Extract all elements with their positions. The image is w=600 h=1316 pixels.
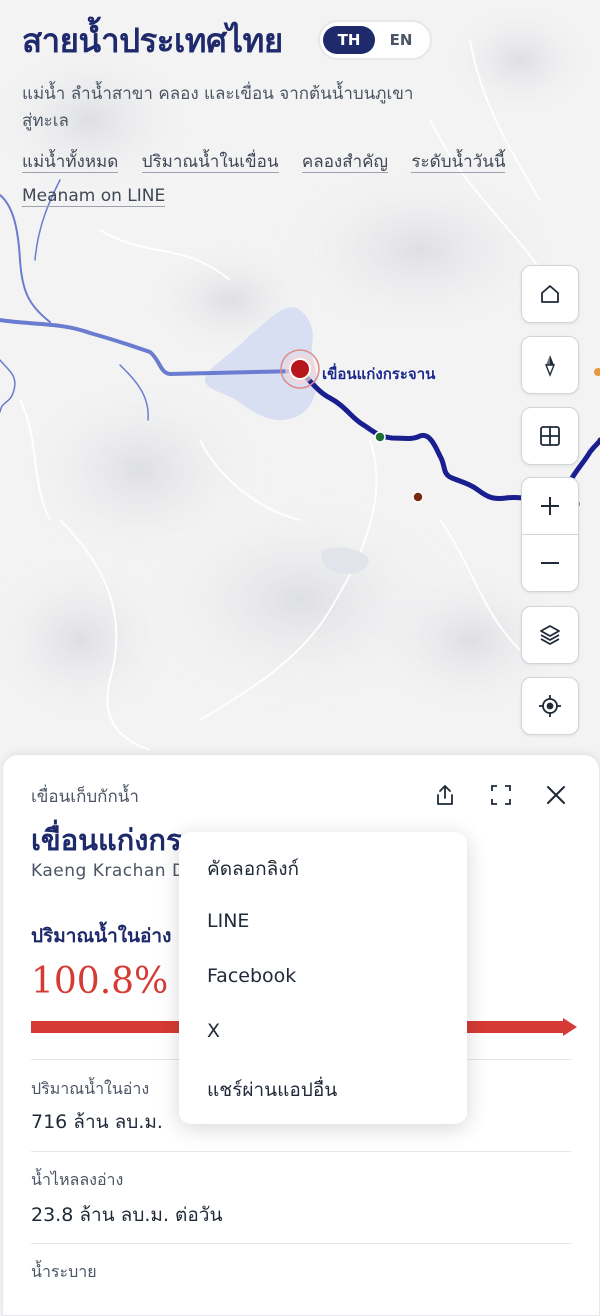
link-all-rivers[interactable]: แม่น้ำทั้งหมด	[22, 152, 119, 173]
share-icon	[437, 785, 453, 805]
share-button[interactable]	[434, 783, 456, 811]
subtitle: แม่น้ำ ลำน้ำสาขา คลอง และเขื่อน จากต้นน้…	[22, 84, 414, 131]
menu-item-copy-link[interactable]: คัดลอกลิงก์	[207, 854, 299, 884]
link-line[interactable]: Meanam on LINE	[22, 186, 166, 207]
share-menu: คัดลอกลิงก์ LINE Facebook X แชร์ผ่านแอปอ…	[179, 832, 467, 1124]
close-icon	[547, 786, 565, 804]
compass-icon	[522, 337, 578, 393]
link-dam-volume[interactable]: ปริมาณน้ำในเขื่อน	[141, 152, 279, 173]
app-title: สายน้ำประเทศไทย	[22, 21, 283, 60]
fullscreen-icon	[491, 785, 511, 805]
divider	[31, 1243, 571, 1244]
layers-icon	[522, 607, 578, 663]
grid-button[interactable]	[521, 407, 579, 465]
lang-en-button[interactable]: EN	[375, 26, 427, 54]
divider	[31, 1151, 571, 1152]
layers-button[interactable]	[521, 606, 579, 664]
lang-th-button[interactable]: TH	[323, 26, 375, 54]
header: สายน้ำประเทศไทย TH EN แม่น้ำ ลำน้ำสาขา ค…	[22, 14, 582, 213]
close-button[interactable]	[545, 783, 567, 811]
menu-item-line[interactable]: LINE	[207, 910, 249, 932]
dam-map-label[interactable]: เขื่อนแก่งกระจาน	[322, 362, 435, 386]
nav-links: แม่น้ำทั้งหมด ปริมาณน้ำในเขื่อน คลองสำคั…	[22, 145, 582, 213]
locate-icon	[522, 678, 578, 734]
language-toggle[interactable]: TH EN	[318, 20, 432, 60]
stat-value: 716 ล้าน ลบ.ม.	[31, 1111, 163, 1133]
grid-icon	[522, 408, 578, 464]
menu-item-x[interactable]: X	[207, 1020, 220, 1042]
compass-button[interactable]	[521, 336, 579, 394]
link-canals[interactable]: คลองสำคัญ	[301, 152, 388, 173]
stat-value: 23.8 ล้าน ลบ.ม. ต่อวัน	[31, 1204, 223, 1226]
volume-section-title: ปริมาณน้ำในอ่าง	[31, 925, 172, 947]
stat-label: ปริมาณน้ำในอ่าง	[31, 1079, 150, 1098]
locate-button[interactable]	[521, 677, 579, 735]
dam-type: เขื่อนเก็บกักน้ำ	[31, 787, 139, 807]
percent-value: 100.8%	[31, 961, 169, 1002]
link-water-level-today[interactable]: ระดับน้ำวันนี้	[411, 152, 506, 173]
home-icon	[522, 266, 578, 322]
menu-item-share-other[interactable]: แชร์ผ่านแอปอื่น	[207, 1075, 337, 1105]
capacity-bar-arrow	[563, 1018, 577, 1036]
stat-label: น้ำไหลลงอ่าง	[31, 1170, 124, 1189]
fullscreen-button[interactable]	[489, 783, 513, 811]
stat-label: น้ำระบาย	[31, 1262, 97, 1281]
zoom-out-icon[interactable]	[522, 534, 578, 591]
zoom-controls	[521, 477, 579, 592]
zoom-in-icon[interactable]	[522, 478, 578, 534]
menu-item-facebook[interactable]: Facebook	[207, 965, 296, 987]
home-button[interactable]	[521, 265, 579, 323]
